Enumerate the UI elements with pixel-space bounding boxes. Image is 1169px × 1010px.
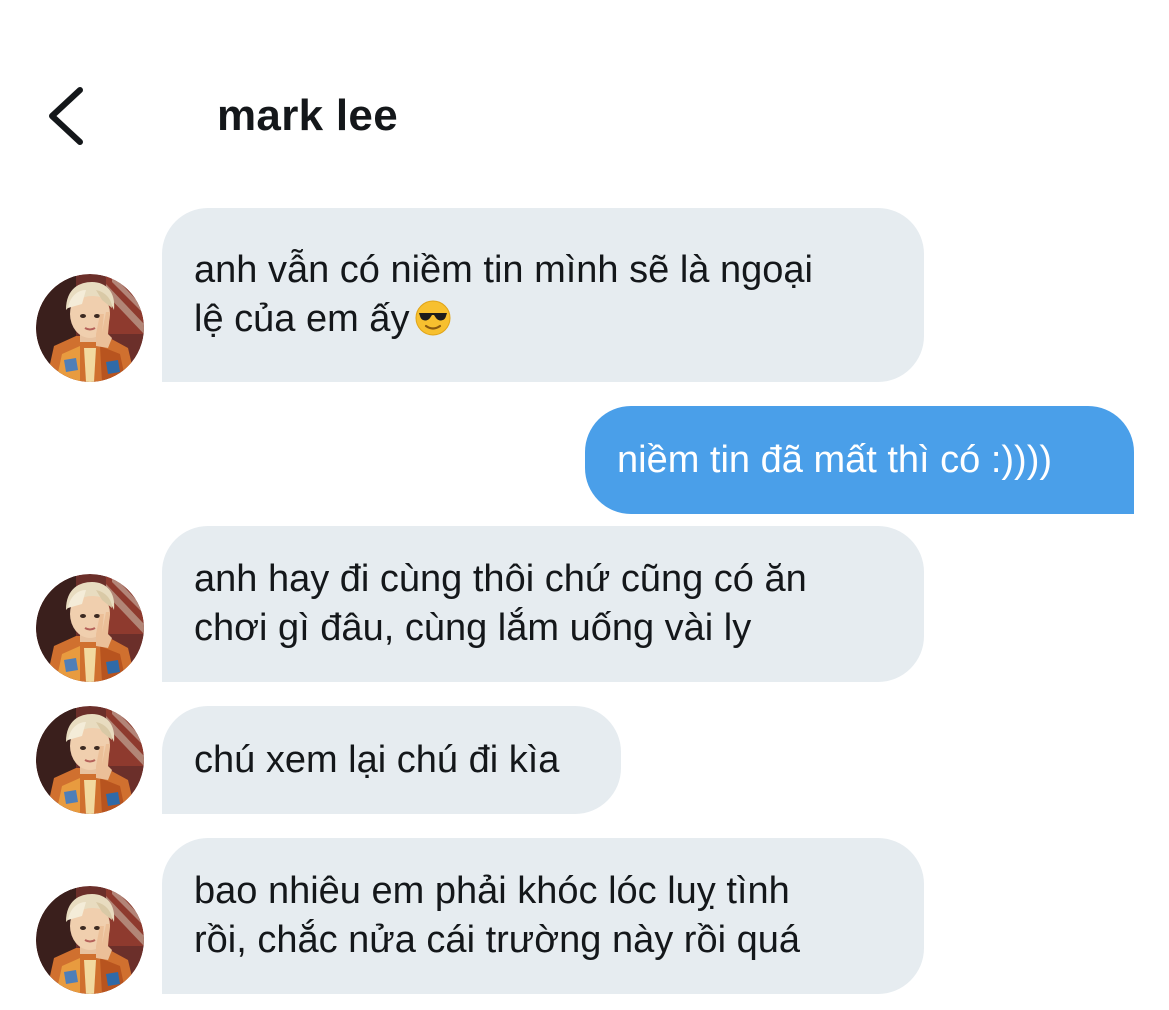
incoming-message-bubble[interactable]: bao nhiêu em phải khóc lóc luỵ tình rồi,… bbox=[162, 838, 924, 994]
incoming-message-bubble[interactable]: anh hay đi cùng thôi chứ cũng có ăn chơi… bbox=[162, 526, 924, 682]
message-line: anh hay đi cùng thôi chứ cũng có ăn bbox=[194, 558, 807, 600]
message-line: rồi, chắc nửa cái trường này rồi quá bbox=[194, 919, 800, 961]
sunglasses-emoji-icon bbox=[415, 300, 451, 336]
outgoing-message-bubble[interactable]: niềm tin đã mất thì có :)))) bbox=[585, 406, 1134, 514]
message-line: bao nhiêu em phải khóc lóc luỵ tình bbox=[194, 870, 790, 912]
message-line: niềm tin đã mất thì có :)))) bbox=[617, 438, 1053, 481]
chevron-left-icon bbox=[49, 87, 83, 145]
back-button[interactable] bbox=[40, 80, 100, 152]
contact-avatar[interactable] bbox=[36, 274, 144, 382]
contact-name: mark lee bbox=[217, 91, 398, 140]
incoming-message-bubble[interactable]: anh vẫn có niềm tin mình sẽ là ngoại lệ … bbox=[162, 208, 924, 382]
message-line-with-emoji: lệ của em ấy bbox=[194, 295, 892, 344]
contact-avatar[interactable] bbox=[36, 886, 144, 994]
contact-avatar[interactable] bbox=[36, 574, 144, 682]
message-line: lệ của em ấy bbox=[194, 298, 410, 340]
contact-avatar[interactable] bbox=[36, 706, 144, 814]
message-line: chơi gì đâu, cùng lắm uống vài ly bbox=[194, 607, 752, 649]
incoming-message-bubble[interactable]: chú xem lại chú đi kìa bbox=[162, 706, 621, 814]
message-line: anh vẫn có niềm tin mình sẽ là ngoại bbox=[194, 249, 813, 291]
message-line: chú xem lại chú đi kìa bbox=[194, 738, 560, 781]
conversation-header: mark lee bbox=[0, 0, 1169, 200]
